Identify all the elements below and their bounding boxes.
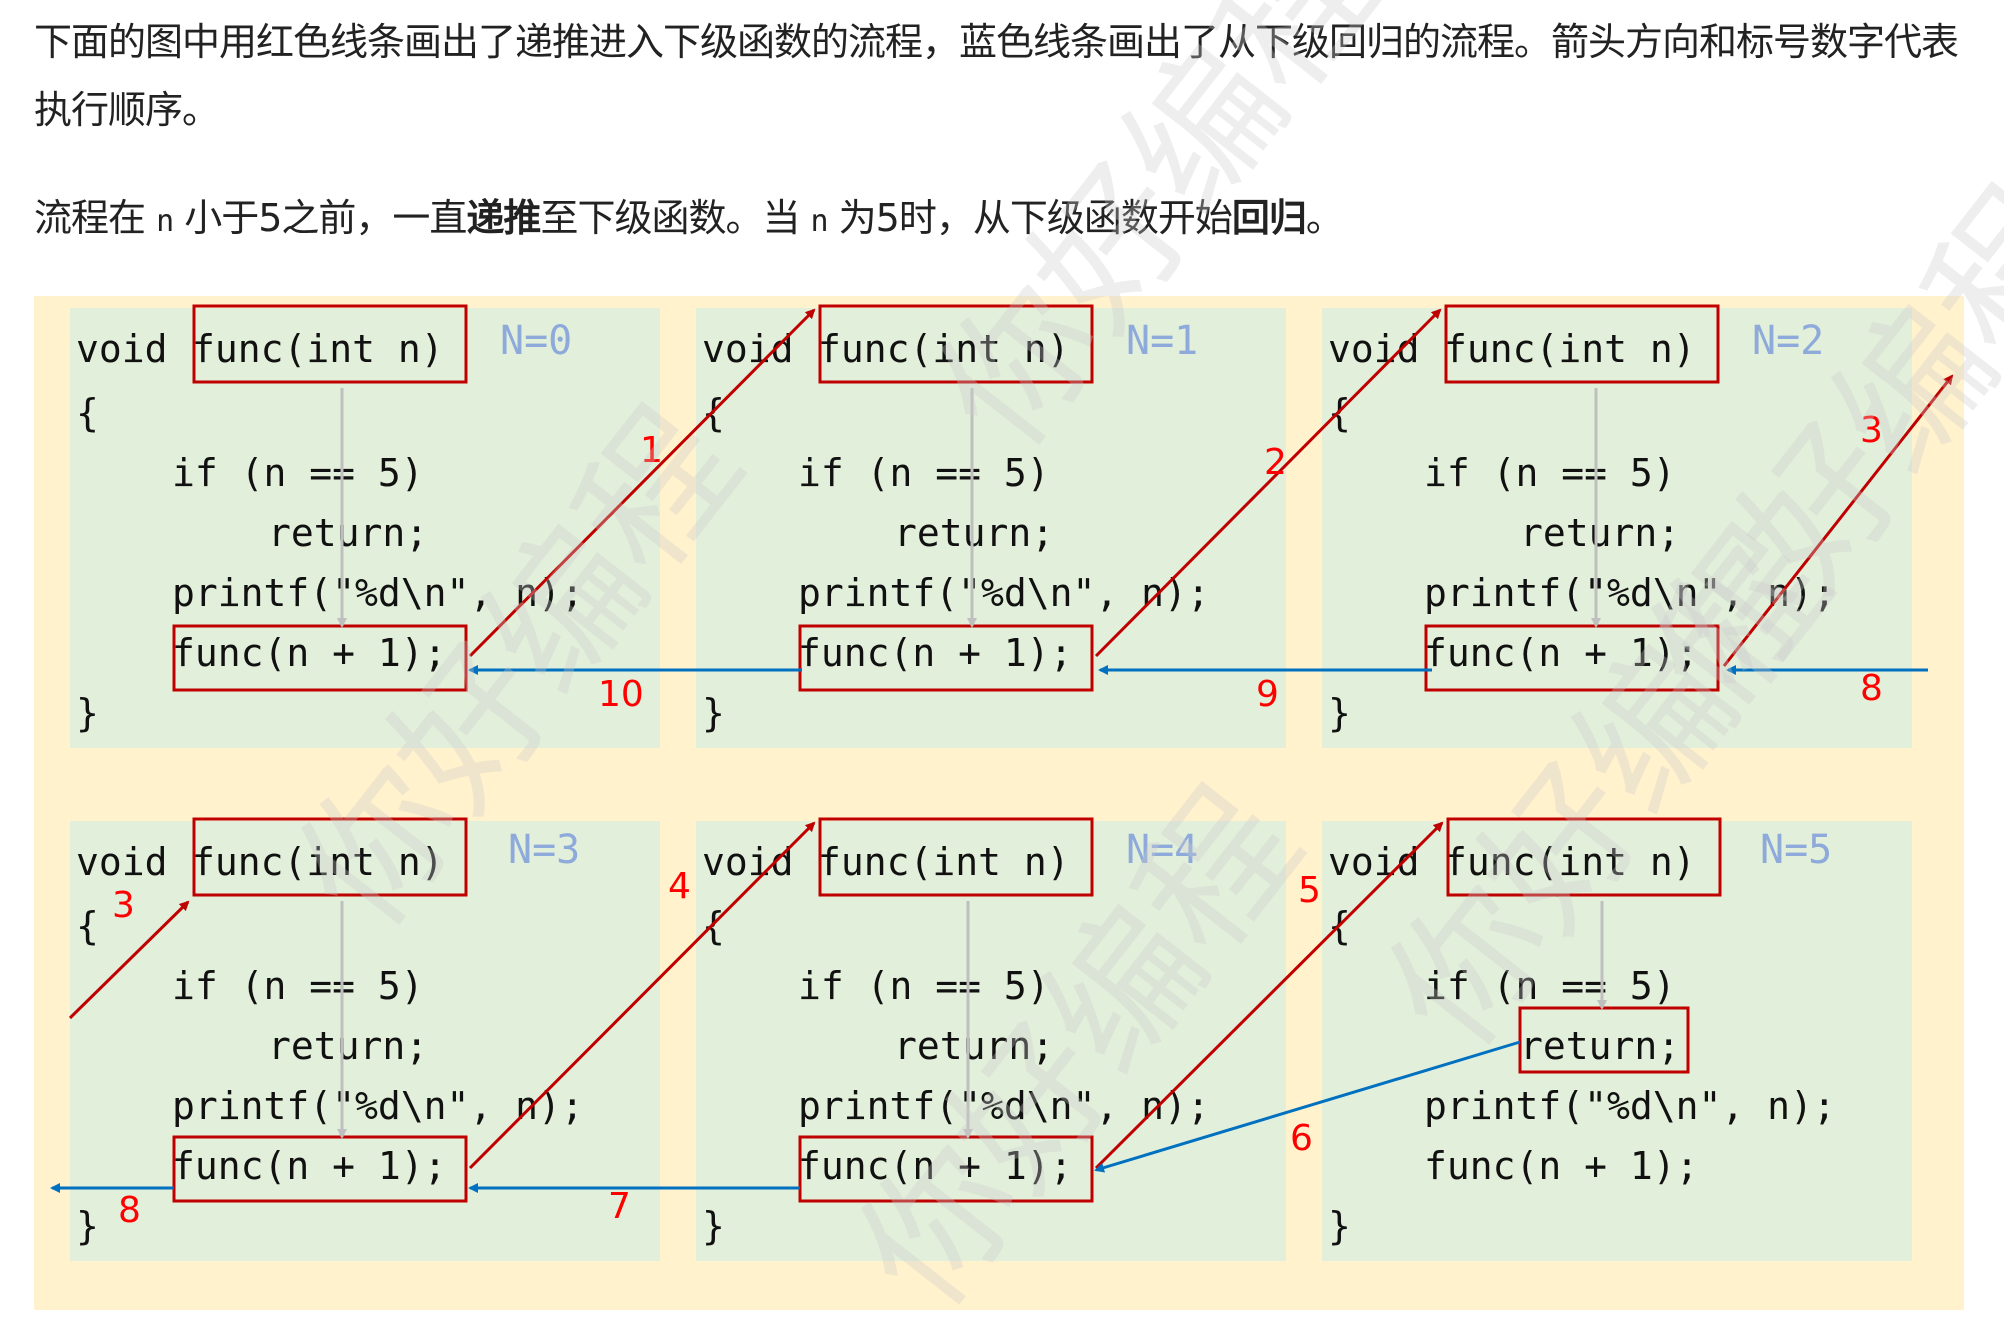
highlight-box: [798, 624, 1094, 692]
flow-text-1: 流程在: [34, 196, 157, 240]
step-number: 8: [1860, 668, 1883, 709]
highlight-box: [818, 817, 1094, 897]
arrows-layer: 1 2 3 3 4 5 6 7 8 8 9 10: [50, 304, 1954, 1231]
step-number: 4: [668, 866, 691, 907]
step-number: 5: [1298, 870, 1321, 911]
highlight-box: [172, 1135, 468, 1203]
highlight-box: [192, 817, 468, 897]
bold-recursion: 递推: [466, 196, 541, 240]
highlight-box: [1446, 817, 1722, 897]
step-number: 1: [640, 430, 663, 471]
flow-text-4: 为5时，从下级函数开始: [827, 196, 1233, 240]
step-number: 9: [1256, 674, 1279, 715]
step-number: 3: [112, 885, 135, 926]
highlight-box: [1444, 304, 1720, 384]
flow-text-3: 至下级函数。当: [540, 196, 811, 240]
inline-code-n: n: [810, 204, 829, 239]
highlight-box: [192, 304, 468, 384]
step-number: 6: [1290, 1118, 1313, 1159]
step-number: 7: [608, 1186, 631, 1227]
intro-paragraph: 下面的图中用红色线条画出了递推进入下级函数的流程，蓝色线条画出了从下级回归的流程…: [34, 8, 1970, 144]
inline-code-n: n: [156, 204, 174, 239]
highlight-box: [798, 1135, 1094, 1203]
step-number: 3: [1860, 410, 1883, 451]
recursion-diagram: void func(int n){if (n == 5) return; printf…: [34, 296, 1964, 1310]
bold-return: 回归: [1231, 196, 1307, 240]
step-number: 10: [598, 674, 644, 715]
flow-paragraph: 流程在 n 小于5之前，一直递推至下级函数。当 n 为5时，从下级函数开始回归。: [34, 184, 1344, 256]
intro-text: 下面的图中用红色线条画出了递推进入下级函数的流程，蓝色线条画出了从下级回归的流程…: [34, 20, 1959, 132]
recursion-arrow: [1094, 308, 1442, 658]
flow-text-5: 。: [1305, 196, 1344, 240]
step-number: 2: [1264, 442, 1287, 483]
step-number: 8: [118, 1190, 141, 1231]
highlight-box: [818, 304, 1094, 384]
flow-text-2: 小于5之前，一直: [173, 196, 467, 240]
recursion-arrow: [468, 308, 816, 658]
highlight-box: [1518, 1006, 1690, 1074]
recursion-arrow: [468, 821, 816, 1170]
highlight-box: [172, 624, 468, 692]
recursion-arrow: [1722, 374, 1954, 667]
highlight-box: [1424, 624, 1720, 692]
